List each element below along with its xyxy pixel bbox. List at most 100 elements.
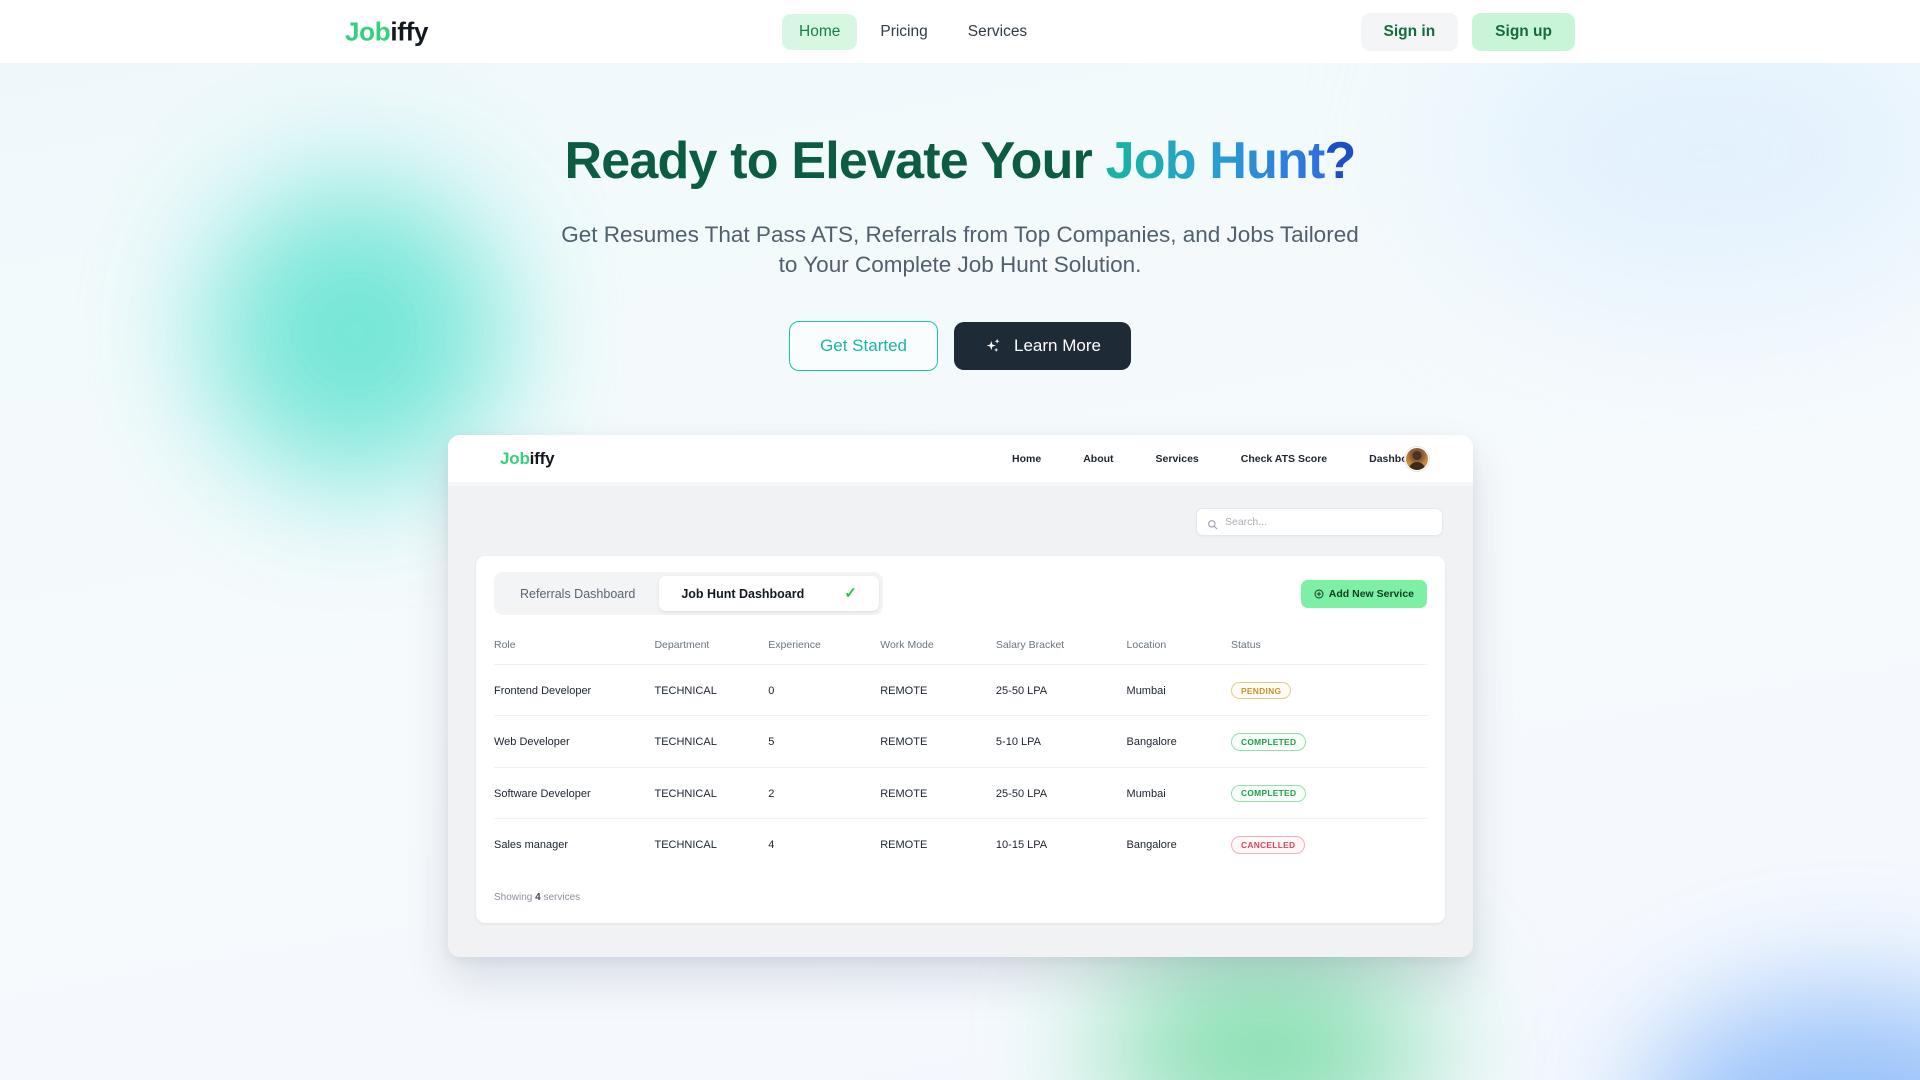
cell-status: PENDING: [1231, 664, 1427, 717]
check-icon: ✓: [844, 585, 857, 602]
site-logo[interactable]: Jobiffy: [345, 16, 428, 47]
column-header-department[interactable]: Department: [654, 639, 769, 665]
tab-referrals-dashboard-label: Referrals Dashboard: [520, 586, 636, 601]
dashboard-nav-dashboard[interactable]: Dashboard: [1348, 453, 1445, 465]
plus-circle-icon: [1314, 589, 1324, 599]
learn-more-label: Learn More: [1014, 336, 1101, 356]
dashboard-logo-green: Job: [500, 448, 530, 468]
hero-subtitle-line2: to Your Complete Job Hunt Solution.: [778, 252, 1142, 278]
tab-referrals-dashboard[interactable]: Referrals Dashboard: [498, 577, 657, 611]
table-header-row: Role Department Experience Work Mode Sal…: [494, 639, 1427, 665]
search-icon: [1207, 517, 1218, 529]
dashboard-logo[interactable]: Jobiffy: [500, 448, 555, 469]
cell-experience: 0: [768, 664, 881, 717]
cell-salary: 25-50 LPA: [995, 767, 1127, 820]
dashboard-nav-check-ats-score[interactable]: Check ATS Score: [1220, 453, 1348, 465]
search-box[interactable]: [1196, 508, 1443, 536]
hero-cta-group: Get Started Learn More: [0, 321, 1920, 372]
cell-status: COMPLETED: [1231, 715, 1427, 768]
dashboard-nav-about[interactable]: About: [1062, 453, 1134, 465]
cell-department: TECHNICAL: [654, 767, 769, 820]
dashboard-preview-card: Jobiffy Home About Services Check ATS Sc…: [448, 435, 1473, 957]
hero-heading: Ready to Elevate Your Job Hunt?: [0, 132, 1920, 190]
hero-heading-question: ?: [1324, 132, 1357, 190]
table-row[interactable]: Sales manager TECHNICAL 4 REMOTE 10-15 L…: [494, 819, 1427, 870]
status-badge: CANCELLED: [1231, 836, 1306, 854]
cell-role: Frontend Developer: [494, 664, 655, 717]
cell-work-mode: REMOTE: [880, 838, 928, 851]
tab-job-hunt-dashboard[interactable]: Job Hunt Dashboard ✓: [659, 576, 879, 611]
nav-link-home[interactable]: Home: [782, 13, 858, 50]
cell-work-mode: REMOTE: [880, 767, 996, 820]
decorative-blob-blue: [1640, 993, 1920, 1080]
services-card: Referrals Dashboard Job Hunt Dashboard ✓: [476, 556, 1445, 923]
user-avatar[interactable]: [1405, 446, 1429, 471]
dashboard-logo-dark: iffy: [529, 448, 555, 468]
cell-experience: 4: [768, 838, 775, 851]
main-nav-links: Home Pricing Services: [782, 13, 1044, 50]
cell-experience: 2: [768, 767, 881, 820]
services-card-header: Referrals Dashboard Job Hunt Dashboard ✓: [494, 572, 1427, 615]
column-header-experience[interactable]: Experience: [768, 639, 881, 665]
hero-heading-part1: Ready to Elevate Your: [564, 132, 1106, 190]
column-header-status[interactable]: Status: [1231, 639, 1427, 665]
cell-salary: 10-15 LPA: [995, 838, 1048, 851]
column-header-work-mode[interactable]: Work Mode: [880, 639, 996, 665]
tab-job-hunt-dashboard-label: Job Hunt Dashboard: [681, 586, 805, 601]
logo-text-dark: iffy: [390, 16, 429, 46]
table-row[interactable]: Web Developer TECHNICAL 5 REMOTE 5-10 LP…: [494, 715, 1427, 768]
search-input[interactable]: [1225, 516, 1432, 528]
services-table-head: Role Department Experience Work Mode Sal…: [494, 639, 1427, 665]
sparkle-icon: [984, 337, 1003, 356]
auth-actions: Sign in Sign up: [1360, 12, 1575, 51]
dashboard-body: Referrals Dashboard Job Hunt Dashboard ✓: [448, 486, 1473, 957]
hero-subtitle: Get Resumes That Pass ATS, Referrals fro…: [0, 220, 1920, 280]
cell-location: Mumbai: [1126, 767, 1232, 820]
dashboard-nav-home[interactable]: Home: [991, 453, 1062, 465]
sign-up-button[interactable]: Sign up: [1472, 12, 1575, 51]
avatar-body: [1408, 461, 1426, 470]
showing-count-text: Showing 4 services: [494, 892, 1427, 903]
status-badge: PENDING: [1231, 682, 1292, 700]
learn-more-button[interactable]: Learn More: [954, 322, 1131, 371]
sign-in-button[interactable]: Sign in: [1360, 12, 1459, 51]
cell-department: TECHNICAL: [654, 838, 717, 851]
services-table-body: Frontend Developer TECHNICAL 0 REMOTE 25…: [494, 664, 1427, 870]
cell-role: Software Developer: [494, 767, 655, 820]
cell-salary: 25-50 LPA: [995, 664, 1127, 717]
avatar-head: [1412, 450, 1422, 460]
cell-location: Bangalore: [1126, 838, 1177, 851]
top-navbar: Jobiffy Home Pricing Services Sign in Si…: [0, 0, 1920, 63]
table-row[interactable]: Frontend Developer TECHNICAL 0 REMOTE 25…: [494, 664, 1427, 717]
dashboard-navbar: Jobiffy Home About Services Check ATS Sc…: [448, 435, 1473, 482]
dashboard-nav-services[interactable]: Services: [1135, 453, 1220, 465]
status-badge: COMPLETED: [1231, 784, 1307, 803]
cell-department: TECHNICAL: [654, 664, 769, 717]
cell-department: TECHNICAL: [654, 715, 769, 768]
cell-location: Mumbai: [1126, 664, 1232, 717]
column-header-role[interactable]: Role: [494, 639, 655, 665]
hero-heading-highlight: Job Hunt: [1105, 132, 1326, 190]
dashboard-nav-links: Home About Services Check ATS Score Dash…: [991, 453, 1445, 465]
cell-experience: 5: [768, 715, 881, 768]
nav-link-services[interactable]: Services: [951, 14, 1044, 50]
status-badge: COMPLETED: [1231, 733, 1307, 751]
cell-status: COMPLETED: [1231, 767, 1427, 820]
add-new-service-button[interactable]: Add New Service: [1300, 579, 1427, 608]
nav-link-pricing[interactable]: Pricing: [863, 14, 944, 50]
services-table: Role Department Experience Work Mode Sal…: [494, 639, 1427, 870]
cell-work-mode: REMOTE: [880, 664, 996, 717]
showing-suffix: services: [540, 891, 581, 903]
get-started-button[interactable]: Get Started: [789, 321, 938, 372]
decorative-blob-green: [1100, 948, 1430, 1080]
column-header-salary-bracket[interactable]: Salary Bracket: [995, 639, 1127, 665]
dashboard-tabs: Referrals Dashboard Job Hunt Dashboard ✓: [494, 572, 883, 615]
cell-role: Web Developer: [494, 715, 655, 768]
cell-salary: 5-10 LPA: [995, 715, 1127, 768]
cell-role: Sales manager: [494, 838, 568, 851]
hero-subtitle-line1: Get Resumes That Pass ATS, Referrals fro…: [561, 222, 1359, 248]
add-new-service-label: Add New Service: [1328, 587, 1414, 600]
table-row[interactable]: Software Developer TECHNICAL 2 REMOTE 25…: [494, 767, 1427, 820]
column-header-location[interactable]: Location: [1126, 639, 1232, 665]
dashboard-search-row: [476, 508, 1445, 536]
